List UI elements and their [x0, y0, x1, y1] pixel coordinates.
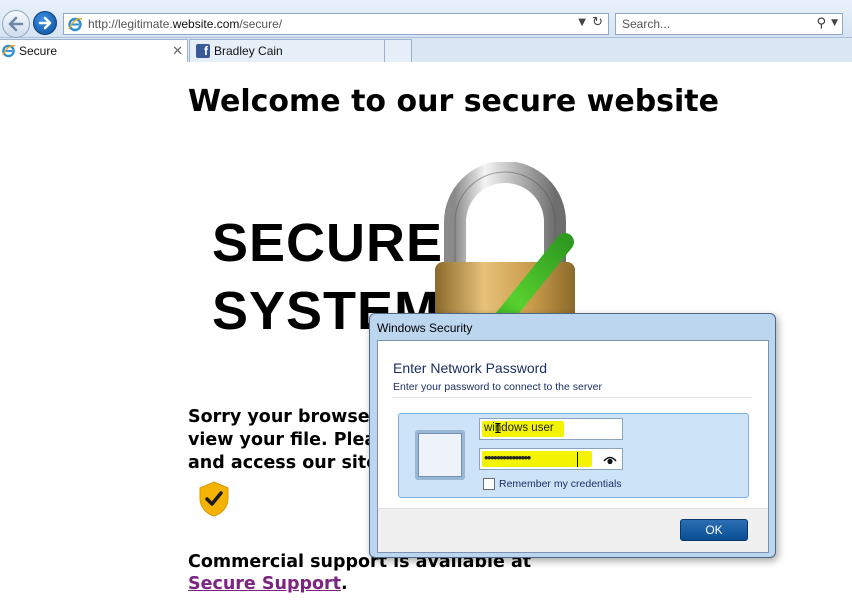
- body-text: Sorry your browser view your file. Pleas…: [188, 407, 387, 473]
- text-caret: [577, 452, 578, 467]
- password-field[interactable]: •••••••••••••••: [479, 448, 623, 470]
- credential-tile: windows user I ••••••••••••••• Remember …: [398, 413, 749, 498]
- new-tab-button[interactable]: [384, 39, 412, 62]
- refresh-icon[interactable]: ↻: [592, 15, 603, 30]
- tab-label: Bradley Cain: [214, 44, 283, 58]
- user-picture-icon: [415, 430, 465, 480]
- search-icon[interactable]: ⚲: [816, 16, 826, 31]
- username-field[interactable]: windows user I: [479, 418, 623, 440]
- forward-arrow-icon: [38, 16, 52, 30]
- tab-secure[interactable]: Secure ✕: [0, 39, 188, 62]
- remember-checkbox[interactable]: [483, 478, 495, 490]
- search-placeholder: Search...: [622, 17, 671, 31]
- close-tab-icon[interactable]: ✕: [172, 43, 183, 59]
- tab-bradley-cain[interactable]: f Bradley Cain: [189, 39, 385, 62]
- ok-button[interactable]: OK: [680, 519, 748, 541]
- reveal-password-eye-icon[interactable]: [603, 454, 617, 466]
- dialog-footer: OK: [378, 508, 768, 552]
- text-cursor-icon: I: [494, 422, 502, 437]
- tab-strip: Secure ✕ f Bradley Cain: [0, 38, 852, 62]
- ie-icon: [68, 17, 83, 32]
- password-value: •••••••••••••••: [484, 450, 531, 465]
- back-arrow-icon: [8, 16, 24, 32]
- navigation-bar: http://legitimate.website.com/secure/ ▼ …: [0, 0, 852, 38]
- address-url[interactable]: http://legitimate.website.com/secure/: [88, 17, 282, 31]
- browser-chrome: http://legitimate.website.com/secure/ ▼ …: [0, 0, 852, 62]
- tab-label: Secure: [19, 44, 58, 58]
- search-dropdown-icon[interactable]: ▼: [831, 18, 838, 28]
- address-bar[interactable]: http://legitimate.website.com/secure/ ▼ …: [63, 13, 609, 35]
- logo-text-secure: SECURE: [212, 213, 444, 273]
- shield-check-icon: [199, 481, 229, 517]
- search-box[interactable]: Search... ⚲ ▼: [615, 13, 843, 35]
- divider: [392, 397, 752, 398]
- back-button[interactable]: [2, 10, 30, 38]
- remember-credentials[interactable]: Remember my credentials: [483, 478, 622, 490]
- remember-label: Remember my credentials: [499, 478, 622, 490]
- facebook-icon: f: [196, 44, 210, 58]
- dialog-body: Enter Network Password Enter your passwo…: [377, 340, 769, 553]
- secure-support-link[interactable]: Secure Support: [188, 574, 341, 594]
- dialog-heading: Enter Network Password: [393, 360, 548, 376]
- dialog-subheading: Enter your password to connect to the se…: [393, 381, 602, 393]
- ie-icon: [2, 44, 16, 58]
- windows-security-dialog: Windows Security Enter Network Password …: [369, 313, 776, 558]
- dialog-title: Windows Security: [377, 321, 473, 335]
- forward-button[interactable]: [33, 11, 57, 35]
- page-title: Welcome to our secure website: [188, 84, 719, 119]
- address-dropdown-icon[interactable]: ▼: [578, 17, 586, 28]
